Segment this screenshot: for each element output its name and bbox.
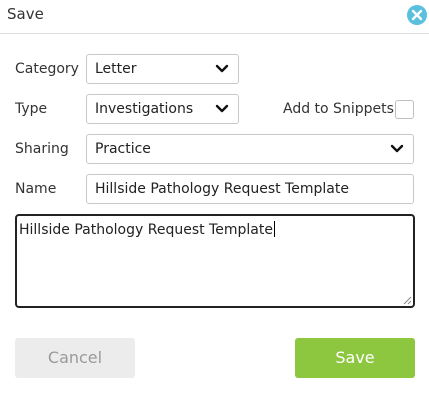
add-to-snippets-label: Add to Snippets	[283, 101, 394, 117]
chevron-down-icon	[390, 144, 404, 153]
type-select[interactable]: Investigations	[86, 94, 239, 124]
name-input[interactable]: Hillside Pathology Request Template	[86, 174, 414, 204]
sharing-select[interactable]: Practice	[86, 134, 414, 164]
text-caret	[273, 221, 275, 237]
save-dialog: Save Category Letter Type Investigations…	[0, 0, 429, 403]
name-value: Hillside Pathology Request Template	[95, 181, 349, 197]
category-value: Letter	[95, 61, 137, 77]
category-select[interactable]: Letter	[86, 54, 239, 84]
sharing-value: Practice	[95, 141, 151, 157]
content-textarea[interactable]: Hillside Pathology Request Template	[15, 214, 415, 308]
content-text: Hillside Pathology Request Template	[19, 222, 273, 238]
type-value: Investigations	[95, 101, 194, 117]
chevron-down-icon	[215, 104, 229, 113]
close-icon[interactable]	[407, 5, 427, 25]
chevron-down-icon	[215, 64, 229, 73]
resize-grip-icon[interactable]	[403, 296, 412, 305]
type-label: Type	[15, 101, 48, 117]
dialog-titlebar: Save	[0, 0, 429, 34]
dialog-title: Save	[7, 5, 44, 23]
add-to-snippets-checkbox[interactable]	[395, 100, 414, 119]
category-label: Category	[15, 61, 79, 77]
name-label: Name	[15, 181, 57, 197]
save-button[interactable]: Save	[295, 338, 415, 378]
sharing-label: Sharing	[15, 141, 69, 157]
cancel-button[interactable]: Cancel	[15, 338, 135, 378]
